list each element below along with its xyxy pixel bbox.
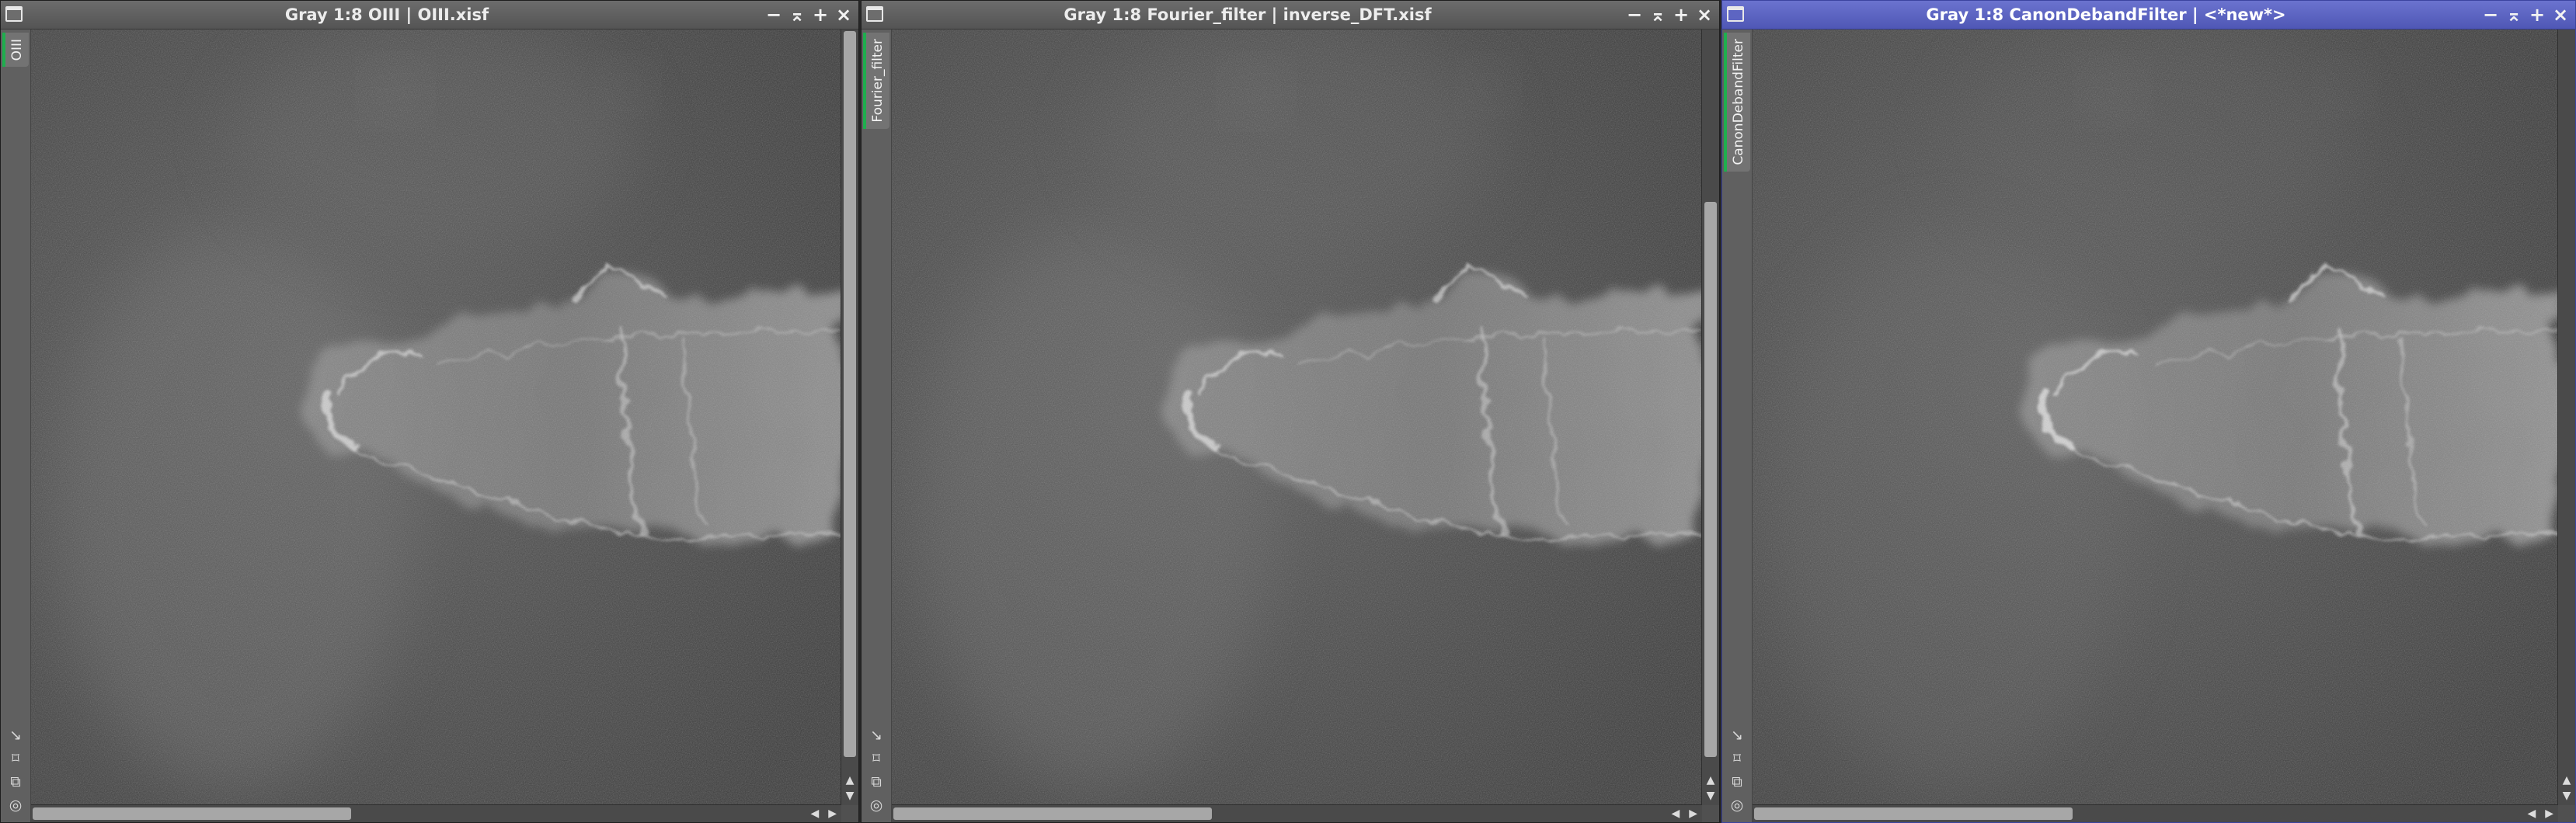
- window-controls: − ⌅ + ×: [1623, 1, 1716, 29]
- image-viewport[interactable]: [31, 30, 841, 805]
- scroll-down-arrow[interactable]: ▼: [2558, 788, 2575, 804]
- scroll-corner: [1702, 805, 1719, 822]
- scroll-up-arrow[interactable]: ▲: [2558, 773, 2575, 788]
- minimize-button[interactable]: −: [762, 3, 785, 26]
- image-viewport[interactable]: [1753, 30, 2558, 805]
- scroll-down-arrow[interactable]: ▼: [1702, 788, 1719, 804]
- view-sidebar: OIII ↘ ⌑ ⧉ ◎: [1, 30, 31, 822]
- horizontal-scroll-arrows: ◀ ▶: [810, 805, 837, 822]
- horizontal-scroll-arrows: ◀ ▶: [2527, 805, 2553, 822]
- vertical-scrollbar[interactable]: ▲ ▼: [841, 30, 858, 805]
- maximize-button[interactable]: +: [2526, 3, 2549, 26]
- horizontal-scroll-thumb[interactable]: [1754, 807, 2073, 820]
- sidebar-tools: ↘ ⌑ ⧉ ◎: [1, 726, 30, 814]
- scroll-right-arrow[interactable]: ▶: [828, 805, 837, 822]
- image-viewport[interactable]: [892, 30, 1702, 805]
- image-window-oiii[interactable]: Gray 1:8 OIII | OIII.xisf − ⌅ + × OIII ↘…: [0, 0, 859, 823]
- view-tab-label: CanonDebandFilter: [1731, 39, 1746, 165]
- vertical-scroll-thumb[interactable]: [844, 31, 856, 757]
- view-tab-canon-deband-filter[interactable]: CanonDebandFilter: [1724, 33, 1750, 172]
- horizontal-scroll-arrows: ◀ ▶: [1671, 805, 1697, 822]
- minimize-button[interactable]: −: [1623, 3, 1646, 26]
- maximize-button[interactable]: +: [809, 3, 832, 26]
- close-button[interactable]: ×: [1693, 3, 1716, 26]
- scroll-corner: [2558, 805, 2575, 822]
- scroll-right-arrow[interactable]: ▶: [1689, 805, 1697, 822]
- view-sidebar: Fourier_filter ↘ ⌑ ⧉ ◎: [862, 30, 892, 822]
- scroll-right-arrow[interactable]: ▶: [2545, 805, 2553, 822]
- clone-icon[interactable]: ⧉: [1728, 773, 1746, 791]
- nebula-image: [31, 30, 841, 805]
- target-icon[interactable]: ◎: [867, 796, 886, 814]
- window-menu-icon[interactable]: [5, 6, 23, 22]
- sidebar-tools: ↘ ⌑ ⧉ ◎: [1722, 726, 1752, 814]
- window-menu-icon[interactable]: [1727, 6, 1744, 22]
- horizontal-scrollbar[interactable]: ◀ ▶: [31, 804, 841, 822]
- scroll-up-arrow[interactable]: ▲: [841, 773, 858, 788]
- desktop: Gray 1:8 OIII | OIII.xisf − ⌅ + × OIII ↘…: [0, 0, 2576, 823]
- window-menu-icon[interactable]: [866, 6, 883, 22]
- scroll-corner: [841, 805, 858, 822]
- view-tab-label: Fourier_filter: [870, 39, 886, 123]
- scroll-down-arrow[interactable]: ▼: [841, 788, 858, 804]
- vertical-scrollbar[interactable]: ▲ ▼: [1701, 30, 1719, 805]
- image-window-canon-deband-filter[interactable]: Gray 1:8 CanonDebandFilter | <*new*> − ⌅…: [1721, 0, 2576, 823]
- horizontal-scrollbar[interactable]: ◀ ▶: [892, 804, 1702, 822]
- view-tab-oiii[interactable]: OIII: [2, 33, 29, 68]
- vertical-scroll-thumb[interactable]: [1704, 202, 1717, 757]
- sidebar-tools: ↘ ⌑ ⧉ ◎: [862, 726, 891, 814]
- maximize-button[interactable]: +: [1669, 3, 1693, 26]
- nebula-image: [1753, 30, 2558, 805]
- close-button[interactable]: ×: [2549, 3, 2572, 26]
- window-titlebar[interactable]: Gray 1:8 OIII | OIII.xisf − ⌅ + ×: [1, 1, 858, 30]
- clone-icon[interactable]: ⧉: [867, 773, 886, 791]
- window-titlebar[interactable]: Gray 1:8 Fourier_filter | inverse_DFT.xi…: [862, 1, 1719, 30]
- zoom-fit-icon[interactable]: ⌑: [867, 749, 886, 768]
- view-tab-label: OIII: [9, 39, 25, 61]
- scroll-left-arrow[interactable]: ◀: [2527, 805, 2536, 822]
- close-button[interactable]: ×: [832, 3, 855, 26]
- window-title: Gray 1:8 Fourier_filter | inverse_DFT.xi…: [1063, 5, 1432, 24]
- window-titlebar[interactable]: Gray 1:8 CanonDebandFilter | <*new*> − ⌅…: [1722, 1, 2575, 30]
- scroll-up-arrow[interactable]: ▲: [1702, 773, 1719, 788]
- image-window-fourier-filter[interactable]: Gray 1:8 Fourier_filter | inverse_DFT.xi…: [861, 0, 1720, 823]
- shade-button[interactable]: ⌅: [785, 3, 809, 26]
- window-controls: − ⌅ + ×: [2479, 1, 2572, 29]
- scroll-left-arrow[interactable]: ◀: [810, 805, 819, 822]
- pointer-icon[interactable]: ↘: [1728, 726, 1746, 745]
- scroll-left-arrow[interactable]: ◀: [1671, 805, 1680, 822]
- clone-icon[interactable]: ⧉: [6, 773, 25, 791]
- window-title: Gray 1:8 CanonDebandFilter | <*new*>: [1926, 5, 2286, 24]
- pointer-icon[interactable]: ↘: [867, 726, 886, 745]
- vertical-scrollbar[interactable]: ▲ ▼: [2557, 30, 2575, 805]
- horizontal-scroll-thumb[interactable]: [893, 807, 1212, 820]
- view-tab-fourier-filter[interactable]: Fourier_filter: [863, 33, 889, 129]
- shade-button[interactable]: ⌅: [1646, 3, 1669, 26]
- zoom-fit-icon[interactable]: ⌑: [6, 749, 25, 768]
- horizontal-scrollbar[interactable]: ◀ ▶: [1753, 804, 2558, 822]
- target-icon[interactable]: ◎: [1728, 796, 1746, 814]
- window-title: Gray 1:8 OIII | OIII.xisf: [284, 5, 489, 24]
- pointer-icon[interactable]: ↘: [6, 726, 25, 745]
- minimize-button[interactable]: −: [2479, 3, 2502, 26]
- view-sidebar: CanonDebandFilter ↘ ⌑ ⧉ ◎: [1722, 30, 1753, 822]
- shade-button[interactable]: ⌅: [2502, 3, 2526, 26]
- zoom-fit-icon[interactable]: ⌑: [1728, 749, 1746, 768]
- nebula-image: [892, 30, 1702, 805]
- target-icon[interactable]: ◎: [6, 796, 25, 814]
- window-controls: − ⌅ + ×: [762, 1, 855, 29]
- horizontal-scroll-thumb[interactable]: [33, 807, 351, 820]
